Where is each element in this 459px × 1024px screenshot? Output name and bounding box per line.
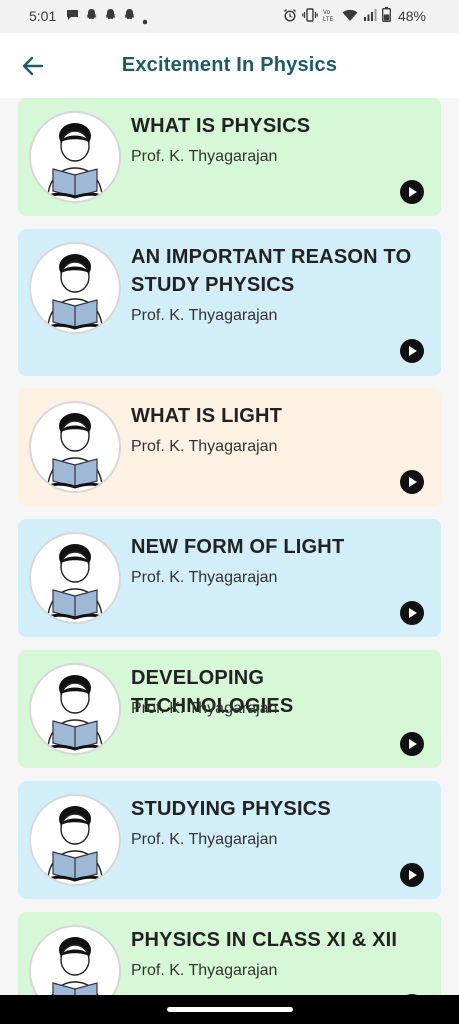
lecture-author: Prof. K. Thyagarajan xyxy=(131,962,278,979)
lecture-card[interactable]: NEW FORM OF LIGHT Prof. K. Thyagarajan xyxy=(18,519,441,637)
play-button[interactable] xyxy=(400,470,424,494)
play-button[interactable] xyxy=(400,863,424,887)
system-nav-bar xyxy=(0,995,459,1024)
reader-avatar-icon xyxy=(29,242,121,334)
status-time: 5:01 xyxy=(29,8,57,24)
signal-icon xyxy=(363,8,377,25)
battery-percent: 48% xyxy=(397,8,426,24)
snapchat-icon xyxy=(123,8,136,21)
lecture-author: Prof. K. Thyagarajan xyxy=(131,831,278,848)
battery-icon xyxy=(382,7,391,25)
reader-avatar-icon xyxy=(29,794,121,886)
lecture-title: STUDYING PHYSICS xyxy=(131,798,331,820)
lecture-card[interactable]: STUDYING PHYSICS Prof. K. Thyagarajan xyxy=(18,781,441,899)
lecture-title: WHAT IS PHYSICS xyxy=(131,115,311,137)
lecture-card[interactable]: WHAT IS PHYSICS Prof. K. Thyagarajan xyxy=(18,98,441,216)
page-title: Excitement In Physics xyxy=(121,54,338,76)
lecture-author: Prof. K. Thyagarajan xyxy=(131,148,278,165)
lecture-card[interactable]: AN IMPORTANT REASON TO STUDY PHYSICS Pro… xyxy=(18,229,441,376)
lecture-card[interactable]: PHYSICS IN CLASS XI & XII Prof. K. Thyag… xyxy=(18,912,441,995)
wifi-icon xyxy=(342,8,358,25)
svg-text:Vo: Vo xyxy=(323,10,331,16)
notification-icons xyxy=(66,8,148,24)
lecture-title: NEW FORM OF LIGHT xyxy=(131,536,345,558)
reader-avatar-icon xyxy=(29,663,121,755)
reader-avatar-icon xyxy=(29,532,121,624)
lecture-title: WHAT IS LIGHT xyxy=(131,405,283,427)
lecture-author: Prof. K. Thyagarajan xyxy=(131,307,278,324)
lecture-title: PHYSICS IN CLASS XI & XII xyxy=(131,929,398,951)
play-button[interactable] xyxy=(400,180,424,204)
reader-avatar-icon xyxy=(29,401,121,493)
play-button[interactable] xyxy=(400,601,424,625)
status-bar: 5:01 Vo LTE 48% xyxy=(0,0,459,33)
snapchat-icon xyxy=(104,8,117,21)
svg-text:LTE: LTE xyxy=(323,17,334,22)
lecture-author: Prof. K. Thyagarajan xyxy=(131,569,278,586)
reader-avatar-icon xyxy=(29,111,121,203)
system-icons: Vo LTE 48% xyxy=(283,7,426,25)
home-gesture-handle[interactable] xyxy=(167,1007,293,1012)
alarm-icon xyxy=(283,8,297,25)
chat-icon xyxy=(66,8,79,21)
volte-icon: Vo LTE xyxy=(323,8,337,25)
lecture-author: Prof. K. Thyagarajan xyxy=(131,438,278,455)
app-bar: Excitement In Physics xyxy=(0,33,459,98)
reader-avatar-icon xyxy=(29,925,121,995)
play-button[interactable] xyxy=(400,732,424,756)
dot-icon xyxy=(142,12,148,24)
lecture-author: Prof. K. Thyagarajan xyxy=(131,700,278,717)
snapchat-icon xyxy=(85,8,98,21)
lecture-list[interactable]: WHAT IS PHYSICS Prof. K. Thyagarajan AN … xyxy=(18,98,441,995)
lecture-title: AN IMPORTANT REASON TO STUDY PHYSICS xyxy=(131,246,412,296)
play-button[interactable] xyxy=(400,339,424,363)
lecture-card[interactable]: WHAT IS LIGHT Prof. K. Thyagarajan xyxy=(18,388,441,506)
lecture-card[interactable]: DEVELOPING TECHNOLOGIES Prof. K. Thyagar… xyxy=(18,650,441,768)
vibrate-icon xyxy=(302,7,318,25)
